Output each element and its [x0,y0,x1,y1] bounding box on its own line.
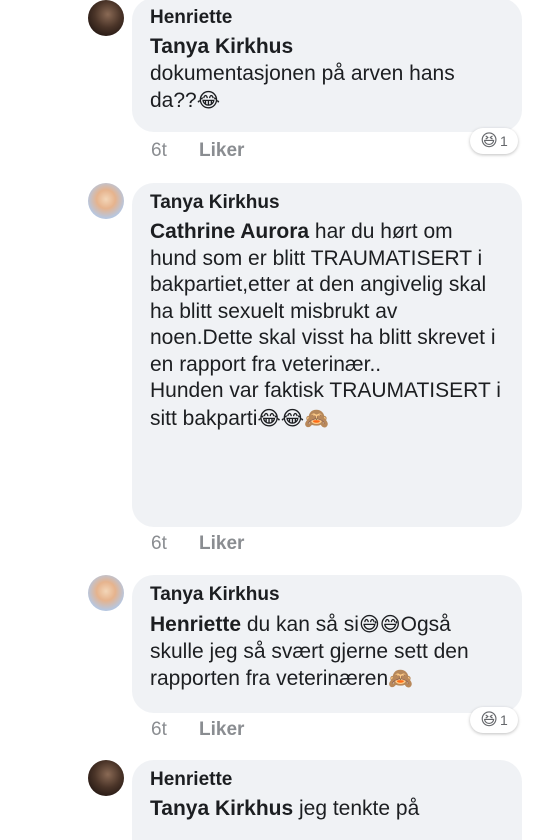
avatar[interactable] [88,0,124,36]
comment-text: Tanya Kirkhus jeg tenkte på [150,796,504,823]
reaction-badge[interactable]: 😆 1 [470,128,518,154]
reaction-badge[interactable]: 😆 1 [470,707,518,733]
comment-author[interactable]: Tanya Kirkhus [150,191,504,215]
sweat-smile-emoji: 😅😅 [358,612,401,636]
comment-bubble: Tanya Kirkhus Henriette du kan så si😅😅Og… [132,575,522,713]
comment-body: jeg tenkte på [293,797,420,820]
comment-time[interactable]: 6t [151,140,199,162]
comment-text: Henriette du kan så si😅😅Også skulle jeg … [150,611,504,693]
comment-time[interactable]: 6t [151,719,199,741]
mention-link[interactable]: Henriette [150,613,241,636]
mention-link[interactable]: Tanya Kirkhus [150,797,293,820]
avatar[interactable] [88,760,124,796]
haha-reaction-icon: 😆 [480,131,498,151]
comment-text: Tanya Kirkhus dokumentasjonen på arven h… [150,34,504,115]
comment-bubble: Henriette Tanya Kirkhus jeg tenkte på [132,760,522,840]
comment-author[interactable]: Henriette [150,6,504,30]
comment-author[interactable]: Tanya Kirkhus [150,583,504,607]
avatar[interactable] [88,575,124,611]
see-no-evil-emoji: 🙈 [388,666,414,690]
like-button[interactable]: Liker [199,140,244,161]
comment-meta: 6t Liker [151,719,244,741]
comment-time[interactable]: 6t [151,533,199,555]
comment-body: dokumentasjonen på arven hans da?? [150,61,455,113]
comment-meta: 6t Liker [151,140,244,162]
haha-reaction-icon: 😆 [480,710,498,730]
reaction-count: 1 [499,133,508,149]
comment-body: du kan så si [241,613,359,636]
reaction-count: 1 [499,712,508,728]
comment-meta: 6t Liker [151,533,244,555]
like-button[interactable]: Liker [199,719,244,740]
mention-link[interactable]: Cathrine Aurora [150,220,309,243]
comment-text: Cathrine Aurora har du hørt om hund som … [150,219,504,432]
comment-author[interactable]: Henriette [150,768,504,792]
like-button[interactable]: Liker [199,533,244,554]
comment-body: har du hørt om hund som er blitt TRAUMAT… [150,220,496,376]
mention-link[interactable]: Tanya Kirkhus [150,35,293,58]
avatar[interactable] [88,183,124,219]
laugh-cry-emoji: 😂 [196,88,221,112]
comment-bubble: Henriette Tanya Kirkhus dokumentasjonen … [132,0,522,132]
comment-bubble: Tanya Kirkhus Cathrine Aurora har du hør… [132,183,522,527]
emoji-group: 😂😂🙈 [257,405,330,430]
